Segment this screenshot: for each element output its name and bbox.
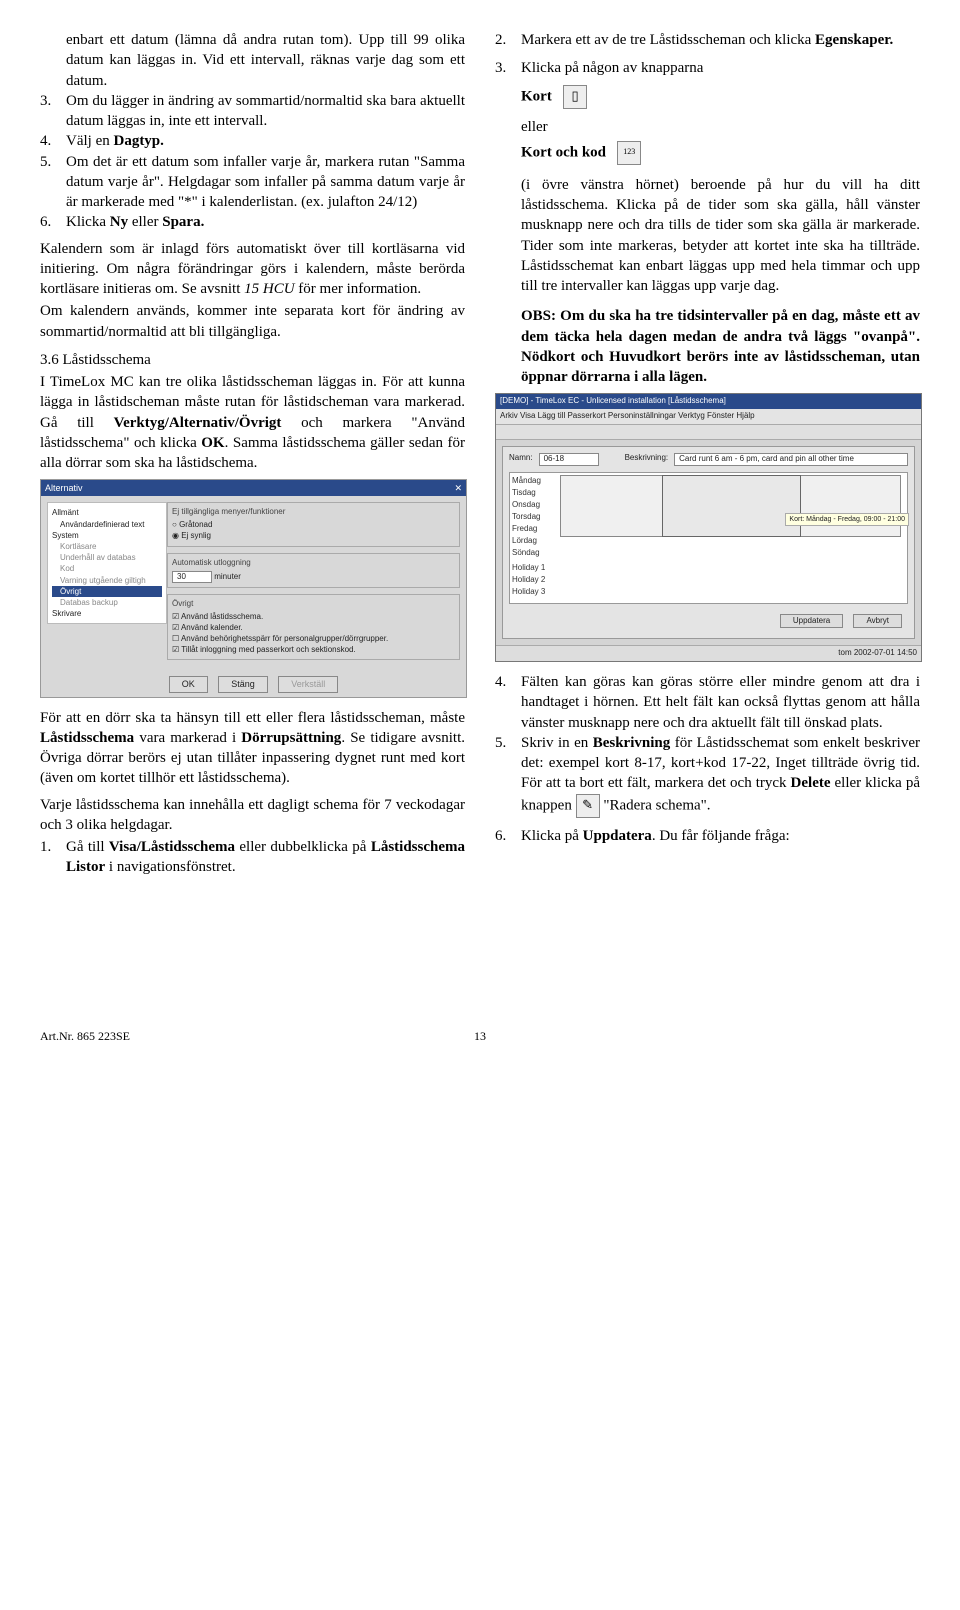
ss2-beskr-label: Beskrivning:: [625, 453, 669, 466]
para-dorr: För att en dörr ska ta hänsyn till ett e…: [40, 708, 465, 789]
ss1-radio-ejsynlig[interactable]: ◉ Ej synlig: [172, 531, 455, 542]
ss2-schedule-grid[interactable]: Måndag Tisdag Onsdag Torsdag Fredag Lörd…: [509, 472, 908, 604]
para-veckodagar: Varje låstidsschema kan innehålla ett da…: [40, 795, 465, 836]
item6: Klicka Ny eller Spara.: [66, 212, 465, 232]
ss2-statusbar: tom 2002-07-01 14:50: [496, 645, 921, 661]
ss1-minutes-input[interactable]: 30: [172, 571, 212, 584]
kort-icon[interactable]: ▯: [563, 85, 587, 109]
item-r5: Skriv in en Beskrivning för Låstidsschem…: [521, 733, 920, 818]
num-r4: 4.: [495, 672, 521, 733]
kortkod-icon[interactable]: 123: [617, 141, 641, 165]
ss2-namn-input[interactable]: 06-18: [539, 453, 599, 466]
ss2-toolbar[interactable]: [496, 425, 921, 440]
ss1-group-ovrigt: Övrigt ☑ Använd låstidsschema. ☑ Använd …: [167, 594, 460, 660]
para-3-6a: I TimeLox MC kan tre olika låstidsschema…: [40, 372, 465, 473]
para-obs: OBS: Om du ska ha tre tidsintervaller på…: [521, 306, 920, 387]
delete-schema-icon[interactable]: ✎: [576, 794, 600, 818]
num-r5: 5.: [495, 733, 521, 818]
ss1-radio-gratonad[interactable]: ○ Gråtonad: [172, 520, 455, 531]
footer-artnr: Art.Nr. 865 223SE: [40, 1029, 130, 1043]
ss1-close-icon[interactable]: ✕: [454, 482, 462, 494]
para-kalender: Kalendern som är inlagd förs automatiskt…: [40, 239, 465, 300]
num-3: 3.: [40, 91, 66, 132]
kortkod-line: Kort och kod 123: [521, 141, 920, 165]
kort-line: Kort ▯: [521, 85, 920, 109]
ss2-tooltip: Kort: Måndag - Fredag, 09:00 - 21:00: [785, 513, 909, 526]
num-5: 5.: [40, 152, 66, 213]
item3b: Om du lägger in ändring av sommartid/nor…: [66, 91, 465, 132]
num-6: 6.: [40, 212, 66, 232]
ss2-menu[interactable]: Arkiv Visa Lägg till Passerkort Personin…: [496, 409, 921, 425]
ss1-chk-behorighet[interactable]: ☐ Använd behörighetsspärr för personalgr…: [172, 634, 455, 645]
num-b1: 1.: [40, 837, 66, 878]
ss1-chk-kalender[interactable]: ☑ Använd kalender.: [172, 623, 455, 634]
ss1-chk-lastid[interactable]: ☑ Använd låstidsschema.: [172, 612, 455, 623]
heading-3-6: 3.6 Låstidsschema: [40, 350, 465, 370]
ss2-uppdatera-button[interactable]: Uppdatera: [780, 614, 843, 629]
item-r4: Fälten kan göras kan göras större eller …: [521, 672, 920, 733]
item5: Om det är ett datum som infaller varje å…: [66, 152, 465, 213]
ss1-group-menus: Ej tillgängliga menyer/funktioner ○ Gråt…: [167, 502, 460, 546]
num-r3: 3.: [495, 58, 521, 78]
item-r6: Klicka på Uppdatera. Du får följande frå…: [521, 826, 920, 846]
ss1-stang-button[interactable]: Stäng: [218, 676, 268, 692]
ss2-beskr-input[interactable]: Card runt 6 am - 6 pm, card and pin all …: [674, 453, 908, 466]
para-kalender-2: Om kalendern används, kommer inte separa…: [40, 301, 465, 342]
ss2-namn-label: Namn:: [509, 453, 533, 466]
ss2-avbryt-button[interactable]: Avbryt: [853, 614, 902, 629]
item-r2: Markera ett av de tre Låstidsscheman och…: [521, 30, 920, 50]
para-item3-cont: enbart ett datum (lämna då andra rutan t…: [66, 30, 465, 91]
item4: Välj en Dagtyp.: [66, 131, 465, 151]
ss1-group-autologout: Automatisk utloggning 30 minuter: [167, 553, 460, 589]
ss1-ok-button[interactable]: OK: [169, 676, 208, 692]
ss1-chk-passerkort[interactable]: ☑ Tillåt inloggning med passerkort och s…: [172, 645, 455, 656]
ss1-tree[interactable]: Allmänt Användardefinierad text System K…: [47, 502, 167, 624]
item-b1: Gå till Visa/Låstidsschema eller dubbelk…: [66, 837, 465, 878]
num-r2: 2.: [495, 30, 521, 50]
ss1-title: Alternativ✕: [41, 480, 466, 496]
ss1-verkstall-button[interactable]: Verkställ: [278, 676, 338, 692]
screenshot-alternativ: Alternativ✕ Allmänt Användardefinierad t…: [40, 479, 467, 697]
eller-label: eller: [521, 117, 920, 137]
screenshot-lastidsschema: [DEMO] - TimeLox EC - Unlicensed install…: [495, 393, 922, 662]
page-number: 13: [474, 1028, 486, 1044]
num-r6: 6.: [495, 826, 521, 846]
para-r7: (i övre vänstra hörnet) beroende på hur …: [521, 175, 920, 297]
item-r3: Klicka på någon av knapparna: [521, 58, 920, 78]
num-4: 4.: [40, 131, 66, 151]
ss2-title: [DEMO] - TimeLox EC - Unlicensed install…: [496, 394, 921, 409]
